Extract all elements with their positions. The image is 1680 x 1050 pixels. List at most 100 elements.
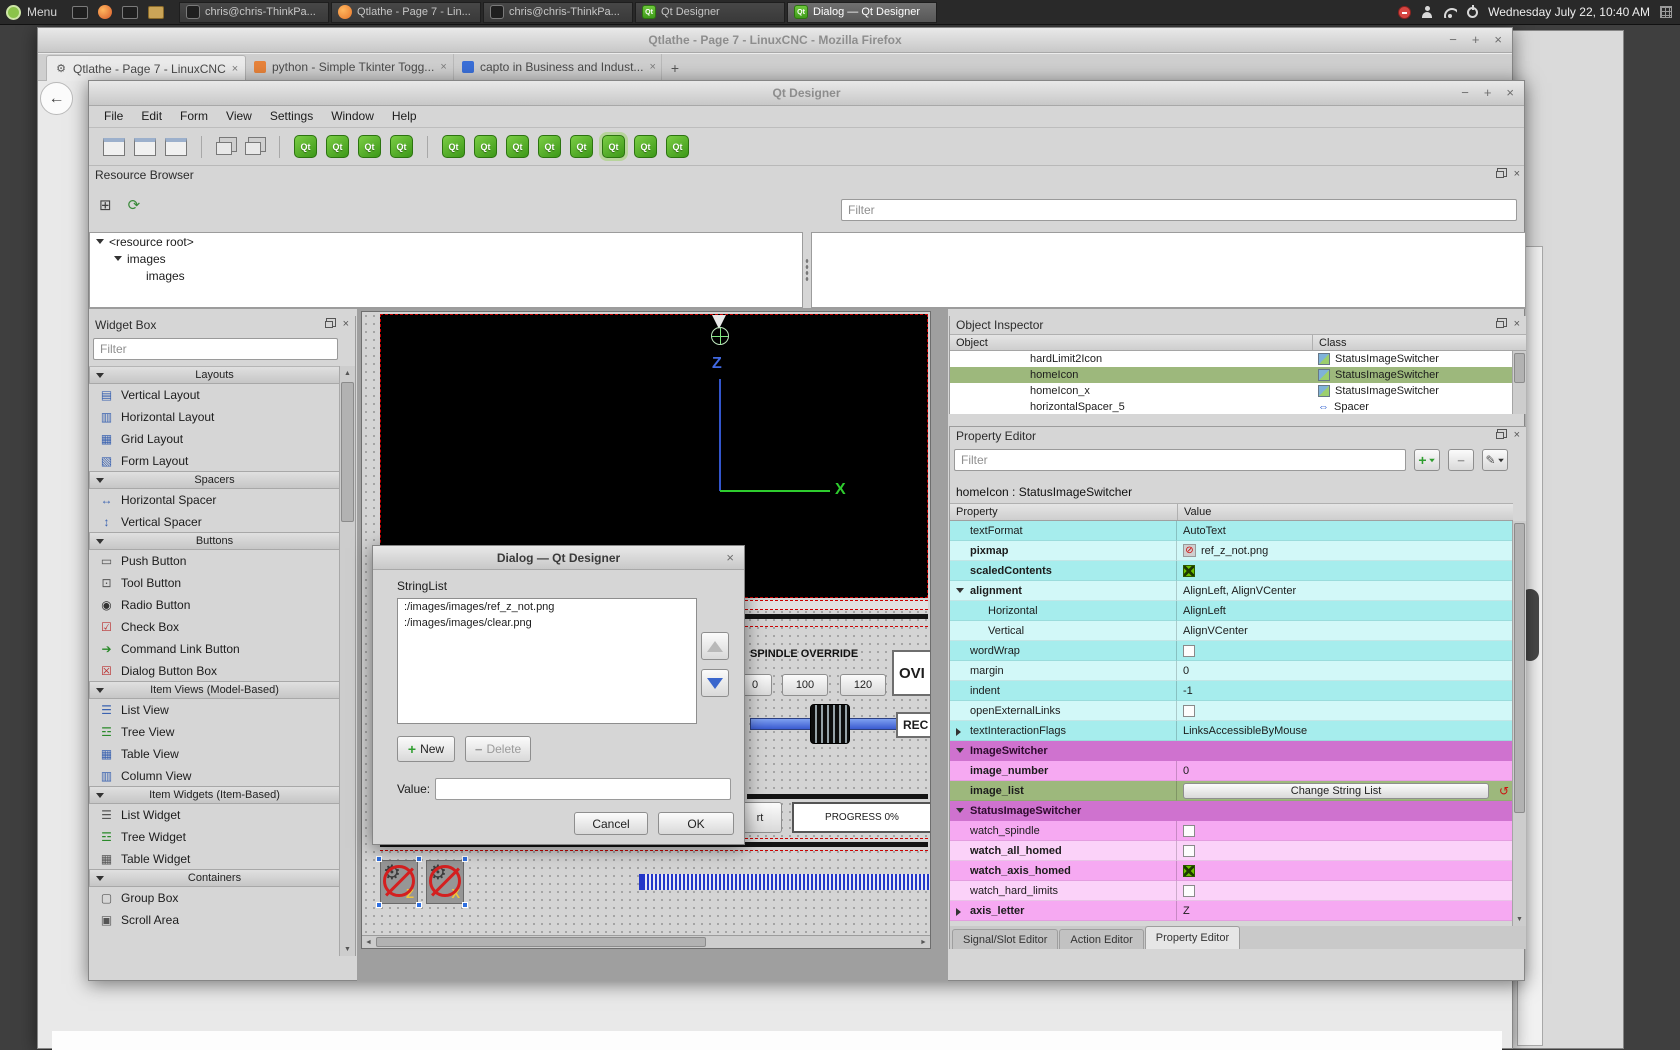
menu-settings[interactable]: Settings (261, 106, 322, 127)
widget-table-widget[interactable]: ▦Table Widget (89, 848, 340, 870)
tab-close-icon[interactable]: × (440, 61, 446, 73)
section-statusimageswitcher[interactable]: StatusImageSwitcher (950, 801, 1513, 821)
move-down-button[interactable] (701, 669, 729, 697)
break-layout-icon[interactable]: Qt (634, 135, 657, 158)
close-icon[interactable]: × (1494, 28, 1502, 52)
widget-push-button[interactable]: ▭Push Button (89, 550, 340, 572)
edit-signals-slots-icon[interactable]: Qt (326, 135, 349, 158)
minimize-icon[interactable]: − (1461, 81, 1469, 105)
minimize-icon[interactable]: − (1449, 28, 1457, 52)
checkbox-unchecked[interactable] (1183, 885, 1195, 897)
widget-list-view[interactable]: ☰List View (89, 699, 340, 721)
scrollbar-thumb[interactable] (1514, 523, 1525, 813)
update-shield-icon[interactable] (1398, 6, 1411, 19)
taskbar-item-firefox[interactable]: Qtlathe - Page 7 - Lin... (331, 2, 481, 23)
object-inspector-titlebar[interactable]: Object Inspector × (950, 316, 1526, 334)
menu-view[interactable]: View (217, 106, 261, 127)
property-editor-scrollbar[interactable]: ▼ (1512, 521, 1526, 926)
tree-item-images-child[interactable]: images (90, 267, 802, 284)
property-row-watch-all-homed[interactable]: watch_all_homed (950, 841, 1513, 861)
category-item-widgets[interactable]: Item Widgets (Item-Based) (89, 786, 340, 804)
property-row-watch-axis-homed[interactable]: watch_axis_homed (950, 861, 1513, 881)
ok-button[interactable]: OK (658, 812, 734, 835)
terminal-launcher-icon[interactable] (72, 6, 88, 19)
edit-widgets-icon[interactable]: Qt (294, 135, 317, 158)
checkbox-checked[interactable] (1183, 865, 1195, 877)
property-editor-header[interactable]: Property Value (950, 503, 1513, 521)
widget-command-link-button[interactable]: ➔Command Link Button (89, 638, 340, 660)
home-x-icon-widget[interactable]: ⚙ X (426, 860, 464, 904)
widget-list-widget[interactable]: ☰List Widget (89, 804, 340, 826)
float-dock-icon[interactable] (1496, 321, 1504, 328)
maximize-icon[interactable]: + (1472, 28, 1480, 52)
user-applet-icon[interactable] (1421, 6, 1433, 18)
tab-property-editor[interactable]: Property Editor (1145, 926, 1240, 949)
tab-signal-slot-editor[interactable]: Signal/Slot Editor (952, 929, 1058, 949)
close-icon[interactable]: × (726, 546, 734, 570)
layout-form-icon[interactable]: Qt (570, 135, 593, 158)
property-row-alignment-horizontal[interactable]: HorizontalAlignLeft (950, 601, 1513, 621)
widget-table-view[interactable]: ▦Table View (89, 743, 340, 765)
expander-down-icon[interactable] (956, 588, 964, 593)
copy-icon[interactable] (216, 142, 232, 155)
property-row-pixmap[interactable]: pixmap⊘ref_z_not.png (950, 541, 1513, 561)
property-row-watch-spindle[interactable]: watch_spindle (950, 821, 1513, 841)
column-property[interactable]: Property (950, 504, 1177, 520)
open-form-icon[interactable] (134, 138, 156, 156)
float-dock-icon[interactable] (325, 321, 333, 328)
widget-tree-view[interactable]: ☲Tree View (89, 721, 340, 743)
dialog-titlebar[interactable]: Dialog — Qt Designer × (373, 546, 744, 570)
reload-resources-icon[interactable]: ⟳ (128, 196, 141, 214)
widget-check-box[interactable]: ☑Check Box (89, 616, 340, 638)
taskbar-item-qt-designer[interactable]: QtQt Designer (635, 2, 785, 23)
layout-grid-icon[interactable]: Qt (602, 135, 625, 158)
checkbox-unchecked[interactable] (1183, 645, 1195, 657)
configure-property-editor-button[interactable]: ✎ (1482, 449, 1508, 471)
layout-horizontal-icon[interactable]: Qt (442, 135, 465, 158)
tab-capto[interactable]: capto in Business and Indust... × (454, 54, 662, 80)
scroll-left-icon[interactable]: ◄ (362, 936, 375, 948)
column-object[interactable]: Object (950, 335, 1312, 350)
edit-tab-order-icon[interactable]: Qt (390, 135, 413, 158)
property-row-wordwrap[interactable]: wordWrap (950, 641, 1513, 661)
checkbox-checked[interactable] (1183, 565, 1195, 577)
tab-close-icon[interactable]: × (649, 61, 655, 73)
new-tab-button[interactable]: + (662, 56, 688, 80)
widget-box-titlebar[interactable]: Widget Box × (89, 316, 355, 334)
list-item[interactable]: :/images/images/ref_z_not.png (398, 599, 696, 615)
splitter-handle[interactable] (805, 258, 809, 282)
back-button[interactable]: ← (40, 82, 73, 115)
checkbox-unchecked[interactable] (1183, 705, 1195, 717)
maximize-icon[interactable]: + (1484, 81, 1492, 105)
widget-box-scrollbar[interactable]: ▲ ▼ (339, 366, 355, 956)
remove-dynamic-property-button[interactable]: − (1448, 449, 1474, 471)
taskbar-item-dialog[interactable]: QtDialog — Qt Designer (787, 2, 937, 23)
move-up-button[interactable] (701, 632, 729, 660)
network-icon[interactable] (1443, 7, 1457, 18)
scrollbar-thumb[interactable] (376, 937, 706, 947)
checkbox-unchecked[interactable] (1183, 845, 1195, 857)
category-layouts[interactable]: Layouts (89, 366, 340, 384)
menu-form[interactable]: Form (171, 106, 217, 127)
float-dock-icon[interactable] (1496, 171, 1504, 178)
close-icon[interactable]: × (1506, 81, 1514, 105)
layout-vertical-icon[interactable]: Qt (474, 135, 497, 158)
list-item[interactable]: :/images/images/clear.png (398, 615, 696, 631)
widget-form-layout[interactable]: ▧Form Layout (89, 450, 340, 472)
widget-group-box[interactable]: ▢Group Box (89, 887, 340, 909)
property-filter-input[interactable] (954, 449, 1406, 471)
files-launcher-icon[interactable] (148, 6, 164, 19)
column-class[interactable]: Class (1312, 335, 1526, 350)
checkbox-unchecked[interactable] (1183, 825, 1195, 837)
scroll-right-icon[interactable]: ► (917, 936, 930, 948)
float-dock-icon[interactable] (1496, 432, 1504, 439)
expander-down-icon[interactable] (114, 256, 122, 261)
clock[interactable]: Wednesday July 22, 10:40 AM (1488, 5, 1650, 19)
object-row-hardlimit2icon[interactable]: hardLimit2Icon StatusImageSwitcher (950, 351, 1513, 367)
widget-horizontal-layout[interactable]: ▥Horizontal Layout (89, 406, 340, 428)
property-row-scaledcontents[interactable]: scaledContents (950, 561, 1513, 581)
show-desktop-icon[interactable] (1660, 6, 1672, 18)
power-icon[interactable] (1467, 7, 1478, 18)
category-spacers[interactable]: Spacers (89, 471, 340, 489)
edit-resources-icon[interactable]: ⊞ (99, 196, 112, 214)
